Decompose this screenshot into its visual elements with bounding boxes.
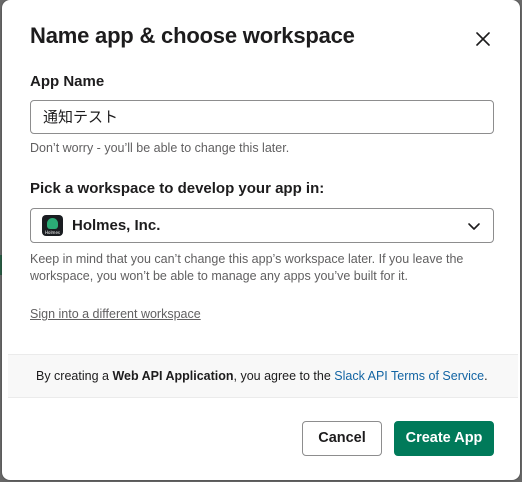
sign-in-different-workspace-link[interactable]: Sign into a different workspace [30,306,201,323]
chevron-down-icon [468,223,480,230]
create-app-button[interactable]: Create App [394,421,494,456]
create-app-dialog: Name app & choose workspace App Name 通知テ… [2,0,520,480]
workspace-select[interactable]: Holmes Holmes, Inc. [30,208,494,243]
workspace-label: Pick a workspace to develop your app in: [30,180,325,197]
terms-notice: By creating a Web API Application, you a… [8,354,518,398]
close-button[interactable] [468,24,498,54]
workspace-avatar-text: Holmes [44,230,60,235]
dialog-title: Name app & choose workspace [30,23,355,48]
workspace-avatar: Holmes [42,215,63,236]
workspace-hint: Keep in mind that you can’t change this … [30,252,464,283]
workspace-logo-icon [47,218,58,229]
close-icon [476,32,490,46]
app-name-hint: Don’t worry - you’ll be able to change t… [30,141,290,155]
terms-of-service-link[interactable]: Slack API Terms of Service [334,369,484,383]
terms-middle: , you agree to the [233,369,335,383]
terms-suffix: . [484,369,488,383]
cancel-button[interactable]: Cancel [302,421,382,456]
terms-prefix: By creating a [36,369,113,383]
app-name-input[interactable]: 通知テスト [30,100,494,134]
terms-app-type: Web API Application [112,369,234,383]
app-name-label: App Name [30,73,105,90]
workspace-selected-name: Holmes, Inc. [72,217,161,234]
